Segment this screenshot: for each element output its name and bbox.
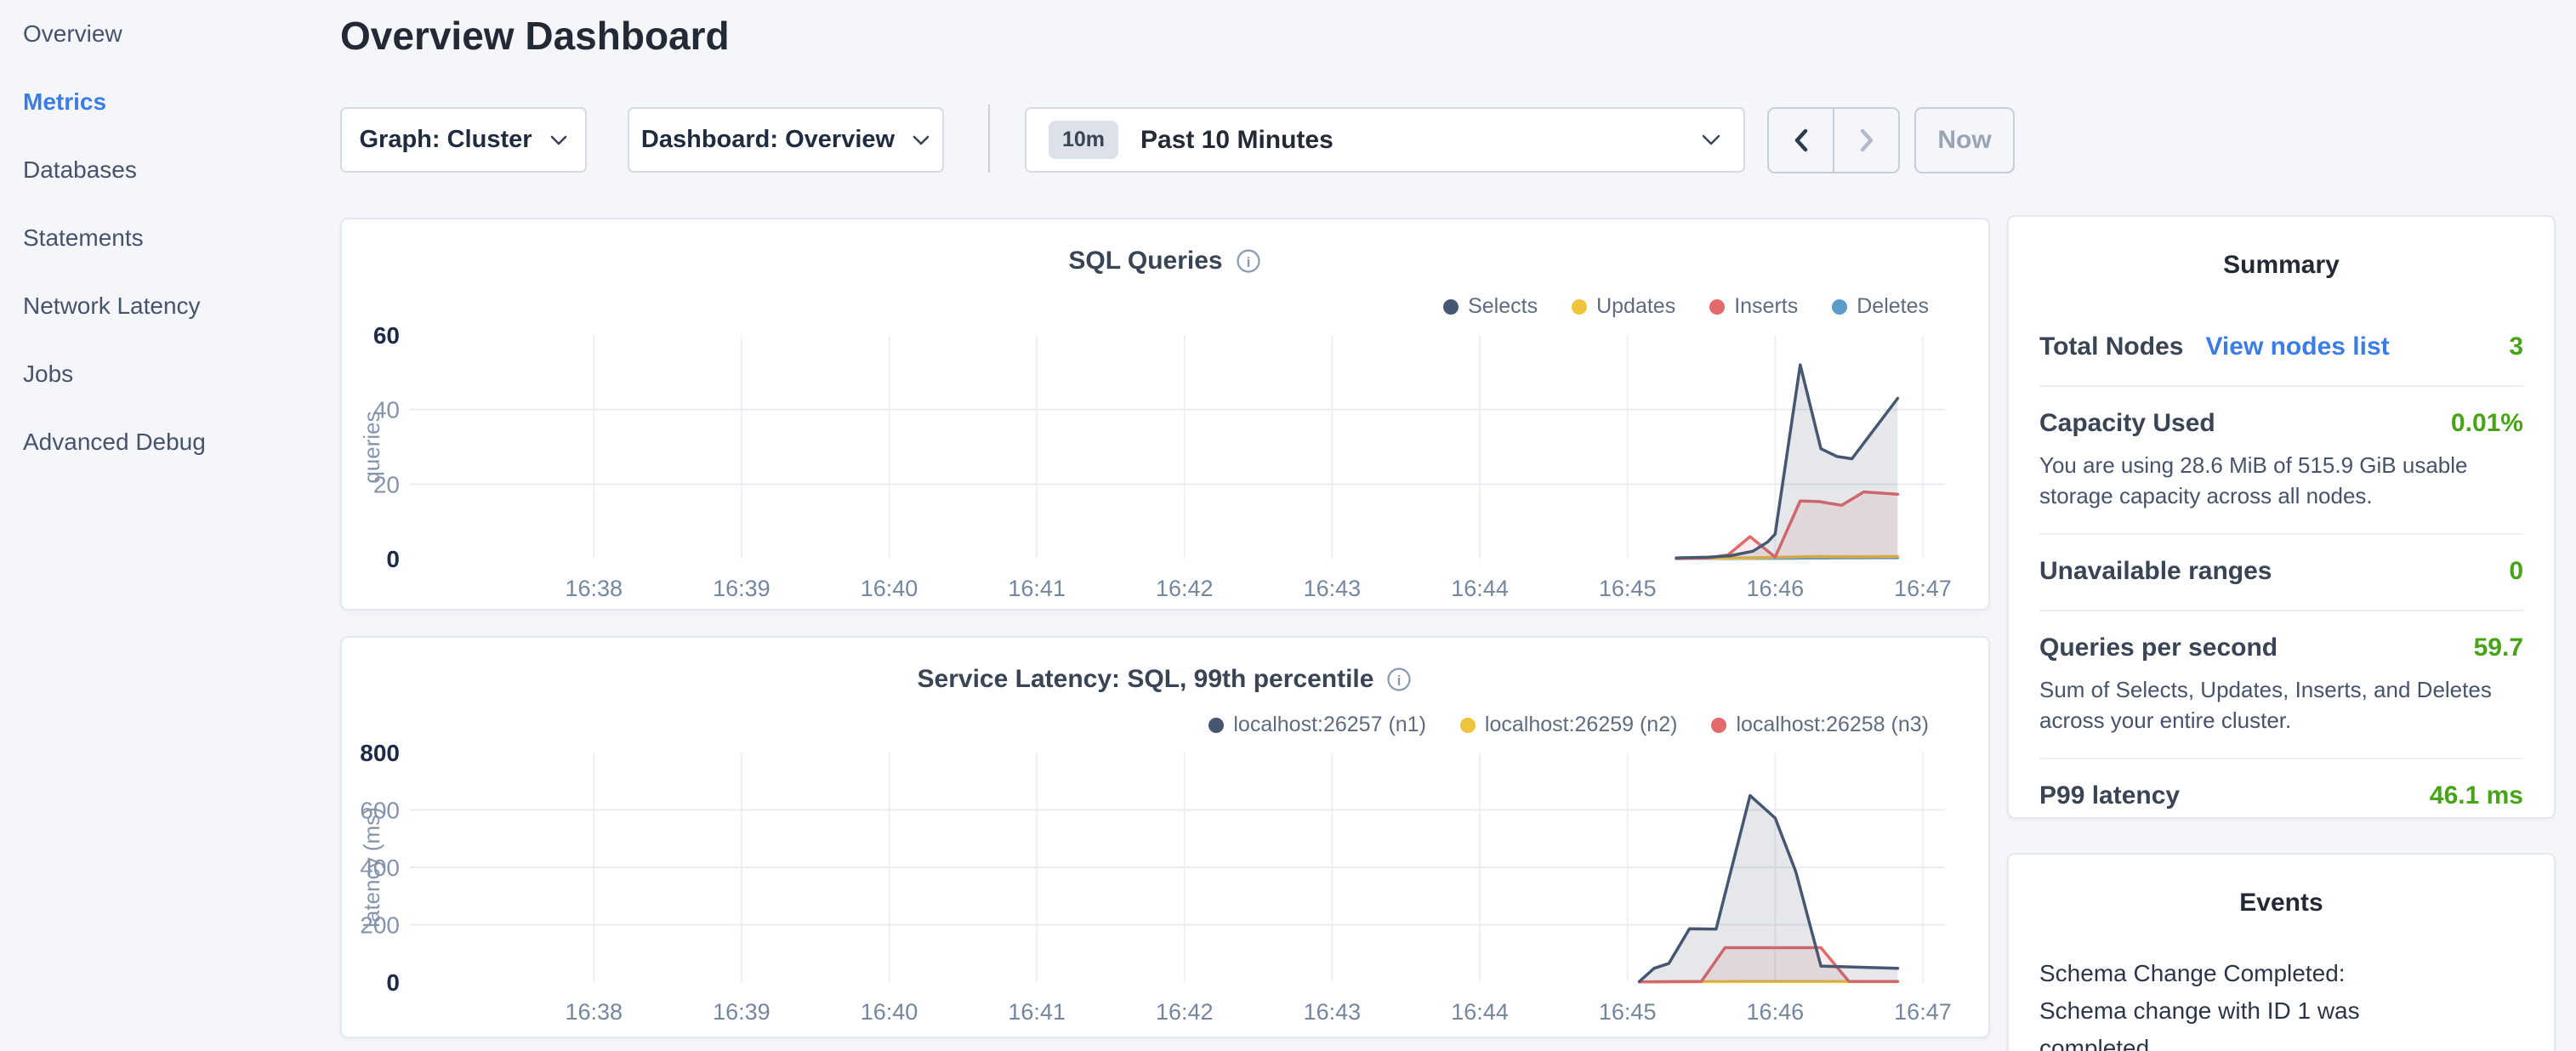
svg-text:0: 0	[386, 546, 400, 572]
summary-value: 59.7	[2474, 633, 2523, 662]
svg-text:16:43: 16:43	[1304, 576, 1362, 601]
svg-text:60: 60	[373, 322, 400, 349]
graph-dropdown-label: Graph: Cluster	[359, 126, 532, 154]
dashboard-dropdown[interactable]: Dashboard: Overview	[628, 107, 944, 173]
svg-text:16:39: 16:39	[713, 576, 771, 601]
summary-label: Capacity Used	[2039, 409, 2215, 438]
sidebar-item-databases[interactable]: Databases	[0, 136, 340, 204]
dashboard-dropdown-label: Dashboard: Overview	[641, 126, 895, 154]
svg-text:16:43: 16:43	[1304, 999, 1362, 1025]
svg-text:16:47: 16:47	[1894, 999, 1952, 1025]
summary-label: Total Nodes	[2039, 332, 2183, 361]
sidebar: OverviewMetricsDatabasesStatementsNetwor…	[0, 0, 340, 1051]
db-console-app: OverviewMetricsDatabasesStatementsNetwor…	[0, 0, 2576, 1051]
summary-value: 3	[2509, 332, 2523, 361]
events-panel: Events Schema Change Completed: Schema c…	[2007, 853, 2556, 1051]
summary-description: You are using 28.6 MiB of 515.9 GiB usab…	[2039, 450, 2494, 511]
chevron-down-icon	[549, 134, 568, 146]
summary-rows: Total Nodes View nodes list 3 Capacity Used…	[2039, 310, 2523, 834]
time-nav-arrows	[1767, 107, 1900, 173]
chart-plot[interactable]: 800600400200016:3816:3916:4016:4116:4216…	[342, 638, 1988, 1037]
chevron-right-icon	[1856, 127, 1878, 154]
svg-text:16:45: 16:45	[1599, 576, 1657, 601]
summary-value: 0	[2509, 557, 2523, 586]
summary-label: P99 latency	[2039, 781, 2180, 810]
summary-value: 46.1 ms	[2430, 781, 2523, 810]
svg-text:16:45: 16:45	[1599, 999, 1657, 1025]
summary-row: Total Nodes View nodes list 3	[2039, 310, 2523, 387]
sidebar-item-jobs[interactable]: Jobs	[0, 340, 340, 408]
sidebar-item-metrics[interactable]: Metrics	[0, 68, 340, 136]
events-title: Events	[2039, 889, 2523, 917]
time-range-badge: 10m	[1049, 121, 1118, 159]
sidebar-item-statements[interactable]: Statements	[0, 204, 340, 272]
toolbar-divider	[988, 105, 990, 173]
svg-text:16:40: 16:40	[861, 999, 918, 1025]
chart-plot[interactable]: 604020016:3816:3916:4016:4116:4216:4316:…	[342, 219, 1988, 609]
page-title: Overview Dashboard	[340, 10, 730, 61]
svg-text:latency (ms): latency (ms)	[359, 807, 384, 928]
sidebar-item-advanced-debug[interactable]: Advanced Debug	[0, 408, 340, 476]
time-range-selector[interactable]: 10m Past 10 Minutes	[1025, 107, 1745, 173]
svg-text:16:38: 16:38	[565, 576, 623, 601]
summary-label: Unavailable ranges	[2039, 557, 2272, 586]
events-list: Schema Change Completed: Schema change w…	[2039, 955, 2523, 1051]
svg-text:16:41: 16:41	[1008, 999, 1066, 1025]
view-nodes-link[interactable]: View nodes list	[2205, 332, 2389, 361]
sidebar-item-overview[interactable]: Overview	[0, 0, 340, 68]
svg-text:800: 800	[360, 740, 400, 766]
summary-row: Queries per second 59.7 Sum of Selects, Up…	[2039, 611, 2523, 759]
summary-row: Unavailable ranges 0	[2039, 535, 2523, 611]
summary-description: Sum of Selects, Updates, Inserts, and De…	[2039, 674, 2494, 736]
summary-row: P99 latency 46.1 ms	[2039, 759, 2523, 834]
svg-text:queries: queries	[359, 411, 384, 483]
now-button[interactable]: Now	[1914, 107, 2015, 173]
svg-text:0: 0	[386, 969, 400, 996]
svg-text:16:46: 16:46	[1747, 999, 1805, 1025]
sidebar-item-network-latency[interactable]: Network Latency	[0, 272, 340, 340]
chevron-down-icon	[912, 134, 930, 146]
summary-label: Queries per second	[2039, 633, 2277, 662]
event-text: Schema Change Completed: Schema change w…	[2039, 955, 2414, 1051]
summary-value: 0.01%	[2451, 409, 2523, 438]
summary-row: Capacity Used 0.01% You are using 28.6 MiB…	[2039, 387, 2523, 535]
chevron-left-icon	[1790, 127, 1812, 154]
svg-text:16:44: 16:44	[1451, 999, 1509, 1025]
summary-panel: Summary Total Nodes View nodes list 3 Capac…	[2007, 215, 2556, 819]
next-range-button[interactable]	[1834, 109, 1898, 172]
graph-dropdown[interactable]: Graph: Cluster	[340, 107, 587, 173]
sidebar-nav: OverviewMetricsDatabasesStatementsNetwor…	[0, 0, 340, 476]
event-item: Schema Change Completed: Schema change w…	[2039, 955, 2523, 1051]
time-range-label: Past 10 Minutes	[1140, 126, 1333, 155]
summary-title: Summary	[2039, 251, 2523, 280]
svg-text:16:39: 16:39	[713, 999, 771, 1025]
svg-text:16:42: 16:42	[1156, 999, 1214, 1025]
sql-queries-chart-card: SQL Queries i SelectsUpdatesInsertsDelet…	[340, 218, 1990, 611]
svg-text:16:47: 16:47	[1894, 576, 1952, 601]
svg-text:16:42: 16:42	[1156, 576, 1214, 601]
svg-text:16:40: 16:40	[861, 576, 918, 601]
svg-text:16:41: 16:41	[1008, 576, 1066, 601]
svg-text:16:38: 16:38	[565, 999, 623, 1025]
svg-text:16:44: 16:44	[1451, 576, 1509, 601]
chevron-down-icon	[1701, 134, 1721, 146]
svg-text:16:46: 16:46	[1747, 576, 1805, 601]
service-latency-chart-card: Service Latency: SQL, 99th percentile i …	[340, 636, 1990, 1038]
prev-range-button[interactable]	[1769, 109, 1834, 172]
